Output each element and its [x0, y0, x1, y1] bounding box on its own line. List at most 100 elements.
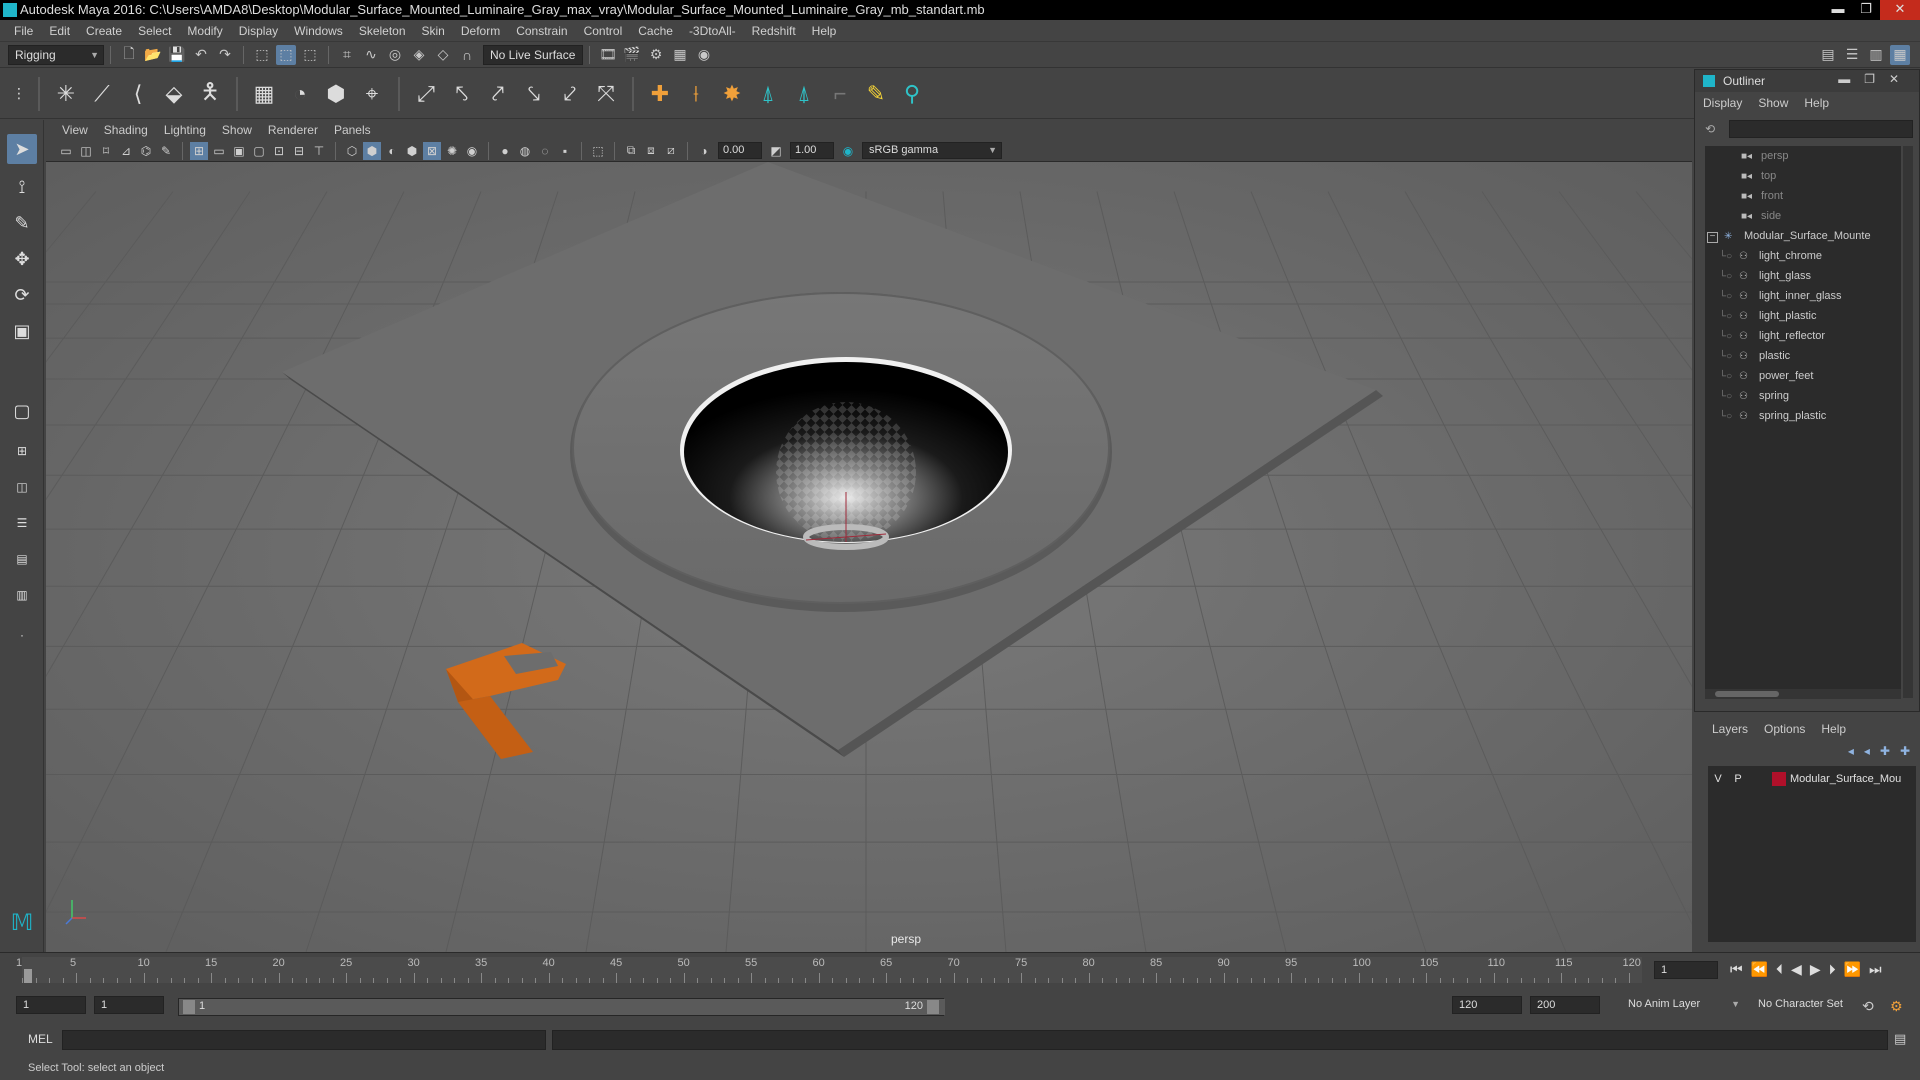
menu-set-dropdown[interactable]: Rigging ▼ — [8, 44, 104, 65]
render-frame-icon[interactable]: 🎞 — [598, 45, 618, 65]
current-time-marker[interactable] — [24, 969, 32, 983]
menu-modify[interactable]: Modify — [179, 24, 230, 38]
ambient-occlusion-icon[interactable]: ◍ — [516, 142, 534, 160]
layers-menu-options[interactable]: Options — [1764, 722, 1805, 736]
layers-menu-help[interactable]: Help — [1821, 722, 1846, 736]
current-frame-field[interactable]: 1 — [1654, 961, 1718, 979]
outliner-view-icon[interactable]: ☰ — [7, 508, 37, 538]
joint-tool-icon[interactable]: ✳ — [51, 79, 81, 109]
time-slider-bar[interactable]: 1 5 10 15 20 25 30 35 40 45 50 55 60 65 70 75 80 85 90 95 10… — [16, 957, 1642, 983]
new-empty-layer-icon[interactable]: ✚ — [1880, 744, 1890, 758]
character-set-dropdown[interactable]: No Character Set — [1752, 996, 1862, 1014]
menu-display[interactable]: Display — [231, 24, 286, 38]
grid-icon[interactable]: ⊞ — [190, 141, 208, 160]
outliner-vertical-scrollbar[interactable] — [1903, 146, 1913, 698]
outliner-item-plastic[interactable]: └○ ⚇ plastic — [1719, 346, 1790, 366]
ik-spline-icon[interactable]: ⟨ — [123, 79, 153, 109]
scale-constraint-icon[interactable]: ⤥ — [519, 79, 549, 109]
outliner-item-spring-plastic[interactable]: └○ ⚇ spring_plastic — [1719, 406, 1826, 426]
shadows-icon[interactable]: ● — [496, 142, 514, 160]
layer-row[interactable]: V P Modular_Surface_Mou — [1708, 770, 1916, 788]
live-surface-field[interactable]: No Live Surface — [483, 44, 583, 65]
new-layer-selected-icon[interactable]: ✚ — [1900, 744, 1910, 758]
humanik-icon[interactable]: 🯅 — [195, 79, 225, 109]
outliner-item-light-reflector[interactable]: └○ ⚇ light_reflector — [1719, 326, 1825, 346]
snap-magnet-icon[interactable]: ∩ — [457, 45, 477, 65]
tool-settings-icon[interactable]: ▥ — [1866, 45, 1886, 65]
panel-window-buttons[interactable]: ▬❐✕ — [1838, 72, 1913, 86]
cluster-icon[interactable]: ⌖ — [357, 79, 387, 109]
textured-icon[interactable]: ✺ — [443, 142, 461, 160]
orient-constraint-icon[interactable]: ⤤ — [483, 79, 513, 109]
blendshape-icon[interactable]: ✸ — [717, 79, 747, 109]
play-backwards-icon[interactable]: ◀ — [1791, 961, 1802, 978]
snap-surface-icon[interactable]: ◇ — [433, 45, 453, 65]
backface-cull-icon[interactable]: ⧄ — [662, 142, 680, 160]
channel-box-icon[interactable]: ▦ — [1890, 44, 1910, 65]
wrap-deformer-icon[interactable]: ⬢ — [321, 79, 351, 109]
attribute-editor-icon[interactable]: ☰ — [1842, 45, 1862, 65]
lasso-tool-icon[interactable]: ⟟ — [7, 172, 37, 202]
go-to-start-icon[interactable]: ⏮ — [1730, 961, 1743, 978]
outliner-menu-show[interactable]: Show — [1758, 96, 1788, 110]
close-button[interactable]: ✕ — [1880, 0, 1920, 20]
exposure-icon[interactable]: ◑ — [695, 142, 713, 160]
snap-view-icon[interactable]: ◈ — [409, 45, 429, 65]
3d-viewport[interactable]: persp — [46, 162, 1692, 952]
save-scene-icon[interactable]: 💾 — [167, 45, 187, 65]
point-constraint-icon[interactable]: ⤣ — [447, 79, 477, 109]
open-scene-icon[interactable]: 📂 — [143, 45, 163, 65]
viewport-menu-view[interactable]: View — [54, 123, 96, 137]
persp-graph-view-icon[interactable]: ▥ — [7, 580, 37, 610]
snap-grid-icon[interactable]: ⌗ — [337, 45, 357, 65]
four-view-icon[interactable]: ⊞ — [7, 436, 37, 466]
step-back-frame-icon[interactable]: ⏪ — [1751, 961, 1768, 978]
rotate-tool-icon[interactable]: ⟳ — [7, 280, 37, 310]
isolate-select-icon[interactable]: ⬚ — [589, 142, 607, 160]
outliner-menu-display[interactable]: Display — [1703, 96, 1742, 110]
color-management-icon[interactable]: ◉ — [839, 142, 857, 160]
animation-start-field[interactable]: 1 — [16, 996, 86, 1014]
select-hierarchy-icon[interactable]: ⬚ — [252, 45, 272, 65]
xray-joints-icon[interactable]: ⧉ — [622, 142, 640, 160]
outliner-item-top[interactable]: ■◂ top — [1741, 166, 1776, 186]
anti-aliasing-icon[interactable]: ▪ — [556, 142, 574, 160]
outliner-item-light-glass[interactable]: └○ ⚇ light_glass — [1719, 266, 1811, 286]
ik-handle-icon[interactable]: ⟋ — [87, 79, 117, 109]
default-material-icon[interactable]: ◐ — [383, 142, 401, 160]
menu-constrain[interactable]: Constrain — [508, 24, 575, 38]
outliner-item-root-group[interactable]: − ✳ Modular_Surface_Mounte — [1707, 226, 1871, 246]
gate-mask-icon[interactable]: ▢ — [250, 142, 268, 160]
menu-deform[interactable]: Deform — [453, 24, 508, 38]
outliner-item-light-plastic[interactable]: └○ ⚇ light_plastic — [1719, 306, 1816, 326]
script-editor-icon[interactable]: ▤ — [1894, 1031, 1906, 1047]
image-plane-icon[interactable]: ⊿ — [117, 142, 135, 160]
range-start-handle[interactable] — [183, 1000, 195, 1014]
custom-layout-icon[interactable]: · — [7, 620, 37, 650]
resolution-gate-icon[interactable]: ▣ — [230, 142, 248, 160]
camera-attr-icon[interactable]: ◫ — [77, 142, 95, 160]
use-lights-icon[interactable]: ◉ — [463, 142, 481, 160]
menu-windows[interactable]: Windows — [286, 24, 351, 38]
minimize-button[interactable]: ▬ — [1824, 0, 1852, 20]
smooth-shade-icon[interactable]: ⬢ — [363, 141, 381, 160]
range-bar[interactable]: 1 120 — [178, 998, 945, 1016]
sculpt-deformer-icon[interactable]: ◔ — [285, 79, 315, 109]
xray-active-icon[interactable]: ⧈ — [642, 142, 660, 160]
play-forwards-icon[interactable]: ▶ — [1810, 961, 1821, 978]
locator-icon[interactable]: ✚ — [645, 79, 675, 109]
viewport-menu-panels[interactable]: Panels — [326, 123, 379, 137]
exposure-field[interactable]: 0.00 — [718, 142, 762, 159]
parent-constraint-icon[interactable]: ⤢ — [411, 79, 441, 109]
menu-skeleton[interactable]: Skeleton — [351, 24, 414, 38]
two-view-icon[interactable]: ◫ — [7, 472, 37, 502]
menu-help[interactable]: Help — [804, 24, 845, 38]
step-forward-frame-icon[interactable]: ⏩ — [1844, 961, 1861, 978]
menu-create[interactable]: Create — [78, 24, 130, 38]
select-object-icon[interactable]: ⬚ — [276, 44, 296, 65]
redo-icon[interactable]: ↷ — [215, 45, 235, 65]
single-view-icon[interactable]: ▢ — [7, 396, 37, 426]
playback-start-field[interactable]: 1 — [94, 996, 164, 1014]
move-tool-icon[interactable]: ✥ — [7, 244, 37, 274]
go-to-end-icon[interactable]: ⏭ — [1869, 961, 1882, 978]
